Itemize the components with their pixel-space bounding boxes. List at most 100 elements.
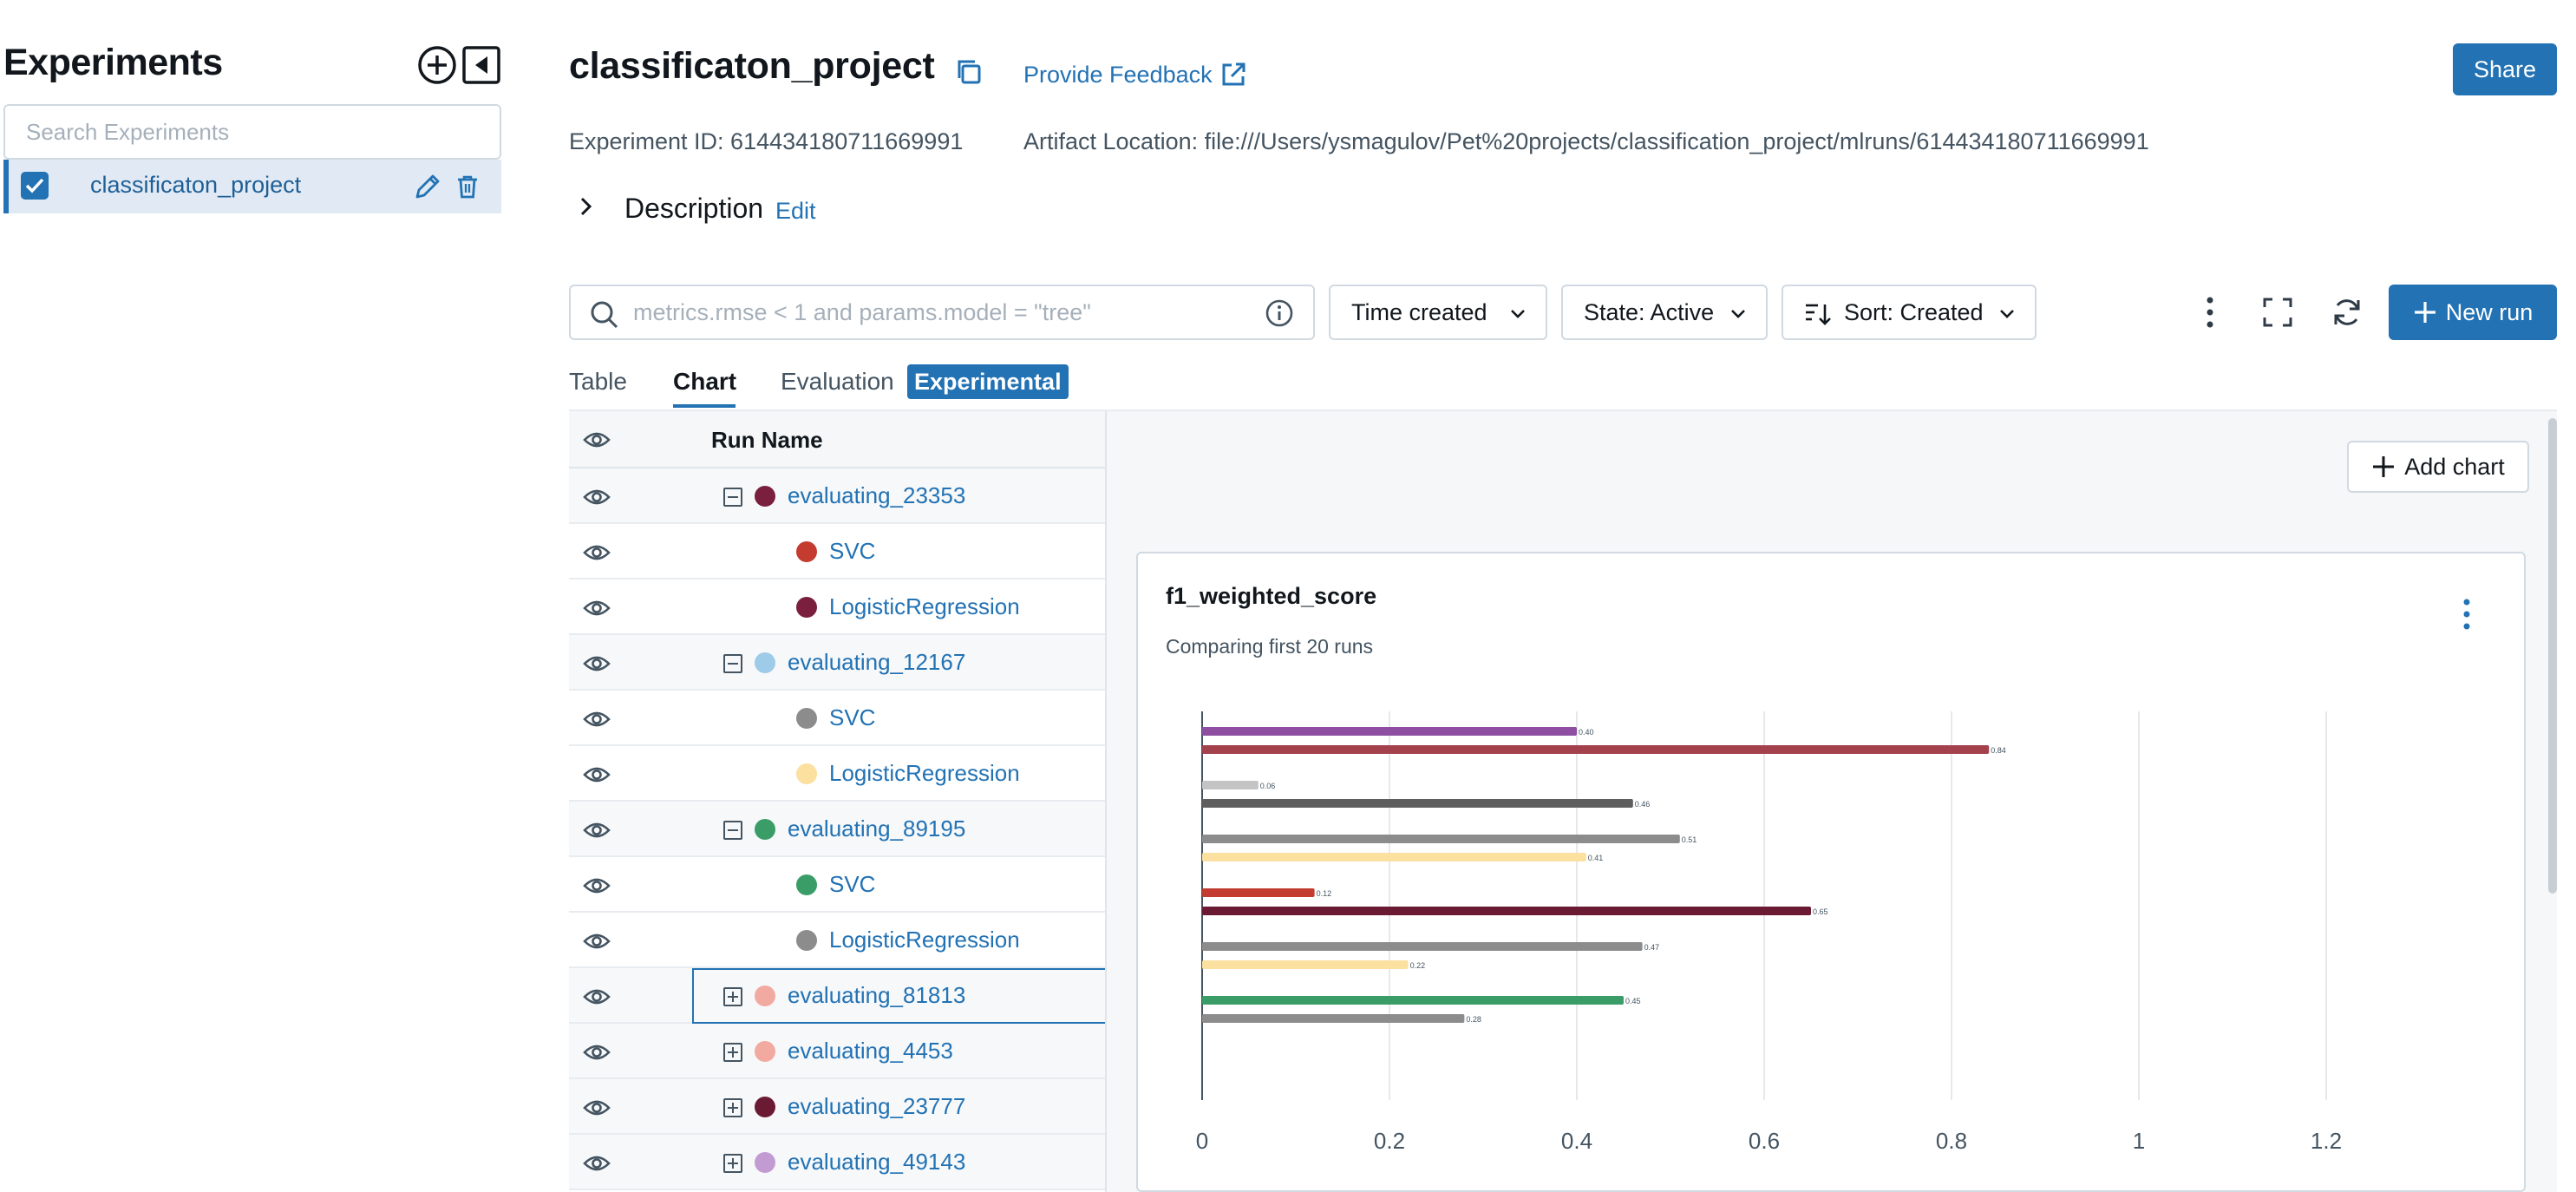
expand-icon[interactable] — [723, 1098, 742, 1117]
tab-chart[interactable]: Chart — [673, 368, 736, 396]
eye-icon[interactable] — [583, 652, 611, 675]
run-name-link[interactable]: evaluating_89195 — [788, 815, 965, 842]
table-row[interactable]: LogisticRegression — [569, 580, 1107, 635]
expand-icon[interactable] — [723, 1043, 742, 1062]
edit-icon[interactable] — [413, 172, 442, 201]
bar — [1202, 727, 1577, 736]
chart-options-icon[interactable] — [2458, 597, 2475, 632]
run-name-link[interactable]: evaluating_49143 — [788, 1149, 965, 1176]
bar-data-label: 0.84 — [1991, 746, 2006, 755]
refresh-icon[interactable] — [2331, 297, 2363, 328]
eye-icon[interactable] — [583, 429, 611, 451]
eye-icon[interactable] — [583, 541, 611, 564]
table-row[interactable]: evaluating_81813 — [569, 968, 1107, 1024]
run-name-header[interactable]: Run Name — [711, 427, 823, 454]
state-dropdown[interactable]: State: Active — [1561, 285, 1768, 340]
table-row[interactable]: evaluating_23353 — [569, 468, 1107, 524]
time-created-dropdown[interactable]: Time created — [1329, 285, 1547, 340]
eye-icon[interactable] — [583, 874, 611, 897]
description-label[interactable]: Description — [624, 193, 763, 225]
experiment-item[interactable]: classificaton_project — [3, 160, 501, 213]
run-name-link[interactable]: SVC — [829, 538, 875, 565]
run-name-link[interactable]: LogisticRegression — [829, 760, 1020, 787]
run-name-link[interactable]: evaluating_81813 — [788, 982, 965, 1009]
add-chart-button[interactable]: Add chart — [2347, 441, 2529, 493]
eye-icon[interactable] — [583, 1041, 611, 1064]
fullscreen-icon[interactable] — [2262, 297, 2293, 328]
run-color-dot[interactable] — [796, 597, 817, 618]
run-color-dot[interactable] — [796, 541, 817, 562]
run-color-dot[interactable] — [755, 1097, 775, 1117]
tab-experimental[interactable]: Experimental — [907, 364, 1069, 399]
table-row[interactable]: evaluating_12167 — [569, 635, 1107, 691]
table-row[interactable]: evaluating_89195 — [569, 802, 1107, 857]
sort-dropdown[interactable]: Sort: Created — [1782, 285, 2037, 340]
eye-icon[interactable] — [583, 1097, 611, 1119]
run-color-dot[interactable] — [755, 652, 775, 673]
run-name-link[interactable]: evaluating_23777 — [788, 1093, 965, 1120]
collapse-icon[interactable] — [723, 654, 742, 673]
eye-icon[interactable] — [583, 486, 611, 508]
expand-icon[interactable] — [723, 987, 742, 1006]
table-row[interactable]: LogisticRegression — [569, 913, 1107, 968]
provide-feedback-link[interactable]: Provide Feedback — [1023, 61, 1247, 88]
table-row[interactable]: evaluating_23777 — [569, 1079, 1107, 1135]
table-row[interactable]: evaluating_49143 — [569, 1135, 1107, 1190]
run-name-link[interactable]: SVC — [829, 871, 875, 898]
add-experiment-icon[interactable] — [417, 45, 457, 85]
run-name-link[interactable]: evaluating_12167 — [788, 649, 965, 676]
share-button[interactable]: Share — [2453, 43, 2557, 95]
bar — [1202, 960, 1409, 969]
run-color-dot[interactable] — [755, 819, 775, 840]
description-edit-link[interactable]: Edit — [775, 198, 816, 225]
trash-icon[interactable] — [454, 174, 481, 200]
bar — [1202, 996, 1624, 1005]
runs-table-header: Run Name — [569, 411, 1107, 468]
table-row[interactable]: SVC — [569, 857, 1107, 913]
collapse-icon[interactable] — [723, 488, 742, 507]
run-color-dot[interactable] — [755, 1152, 775, 1173]
search-experiments-input[interactable] — [3, 104, 501, 160]
filter-input[interactable] — [633, 295, 1223, 330]
eye-icon[interactable] — [583, 597, 611, 619]
eye-icon[interactable] — [583, 1152, 611, 1175]
table-row[interactable]: LogisticRegression — [569, 746, 1107, 802]
tab-table[interactable]: Table — [569, 368, 627, 396]
eye-icon[interactable] — [583, 986, 611, 1008]
run-name-link[interactable]: evaluating_23353 — [788, 482, 965, 509]
run-name-link[interactable]: LogisticRegression — [829, 927, 1020, 953]
table-row[interactable]: evaluating_4453 — [569, 1024, 1107, 1079]
table-row[interactable]: SVC — [569, 524, 1107, 580]
info-icon[interactable] — [1265, 298, 1294, 328]
tab-evaluation[interactable]: Evaluation — [781, 368, 894, 396]
state-label: State: Active — [1584, 298, 1715, 325]
experiment-checkbox[interactable] — [21, 172, 49, 200]
run-name-link[interactable]: evaluating_4453 — [788, 1038, 953, 1064]
table-row[interactable]: SVC — [569, 691, 1107, 746]
expand-icon[interactable] — [723, 1154, 742, 1173]
copy-icon[interactable] — [954, 57, 984, 87]
collapse-sidebar-icon[interactable] — [461, 45, 501, 85]
run-color-dot[interactable] — [755, 986, 775, 1006]
bar — [1202, 907, 1811, 915]
run-color-dot[interactable] — [755, 486, 775, 507]
chevron-right-icon[interactable] — [576, 196, 597, 217]
eye-icon[interactable] — [583, 819, 611, 842]
eye-icon[interactable] — [583, 708, 611, 730]
run-color-dot[interactable] — [796, 930, 817, 951]
bar-data-label: 0.12 — [1317, 889, 1332, 898]
eye-icon[interactable] — [583, 930, 611, 953]
run-name-link[interactable]: SVC — [829, 704, 875, 731]
scrollbar[interactable] — [2548, 418, 2557, 894]
new-run-button[interactable]: New run — [2389, 285, 2557, 340]
run-color-dot[interactable] — [796, 874, 817, 895]
eye-icon[interactable] — [583, 763, 611, 786]
run-name-link[interactable]: LogisticRegression — [829, 593, 1020, 620]
more-options-icon[interactable] — [2194, 295, 2226, 330]
run-filter[interactable] — [569, 285, 1315, 340]
run-color-dot[interactable] — [796, 708, 817, 729]
experiment-id: Experiment ID: 614434180711669991 — [569, 128, 964, 154]
run-color-dot[interactable] — [755, 1041, 775, 1062]
run-color-dot[interactable] — [796, 763, 817, 784]
collapse-icon[interactable] — [723, 821, 742, 840]
